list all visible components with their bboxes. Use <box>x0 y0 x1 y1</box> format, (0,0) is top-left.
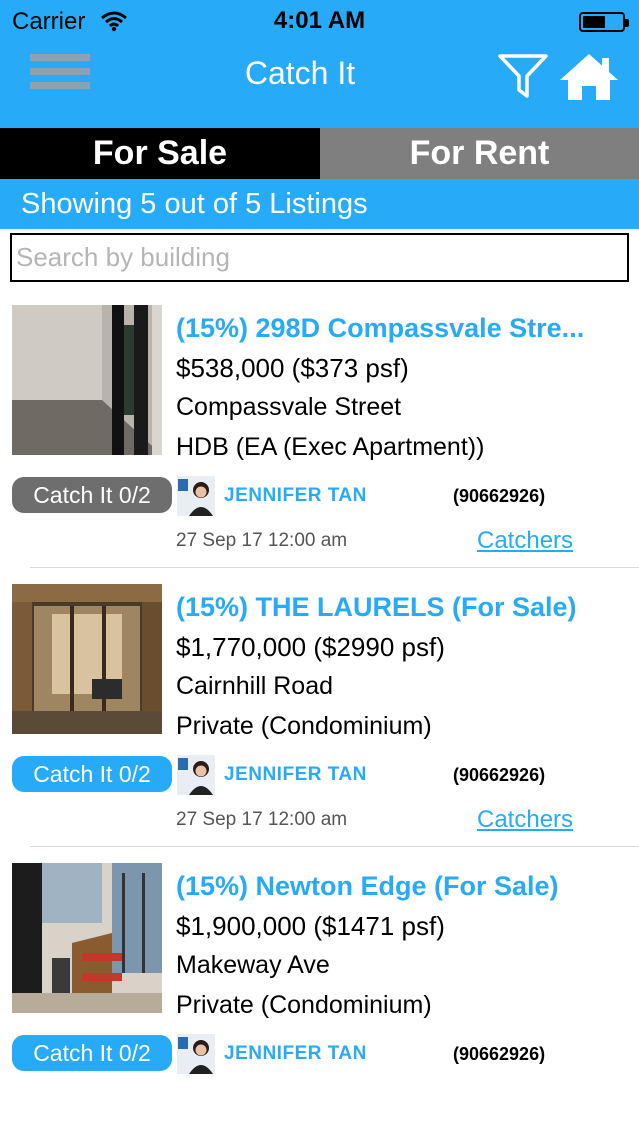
battery-icon <box>579 12 629 32</box>
tab-for-rent[interactable]: For Rent <box>320 128 639 179</box>
listing-property-type: Private (Condominium) <box>176 991 432 1019</box>
listing-street: Cairnhill Road <box>176 672 334 700</box>
listing-price: $538,000 ($373 psf) <box>176 353 409 383</box>
app-header: Carrier 4:01 AM Catch It <box>0 0 639 128</box>
listing-date: 27 Sep 17 12:00 am <box>176 530 348 551</box>
agent-avatar <box>177 755 215 795</box>
status-time: 4:01 AM <box>273 7 366 34</box>
divider <box>30 567 639 568</box>
agent-avatar <box>177 476 215 516</box>
catchers-link[interactable]: Catchers <box>477 527 573 555</box>
listing-title[interactable]: (15%) Newton Edge (For Sale) <box>176 871 631 902</box>
search-input[interactable] <box>10 233 629 282</box>
agent-name[interactable]: JENNIFER TAN <box>224 485 367 507</box>
catch-it-button[interactable]: Catch It 0/2 <box>12 477 172 513</box>
status-bar: Carrier 4:01 AM <box>0 0 639 42</box>
listing-photo[interactable] <box>12 863 162 1013</box>
agent-name[interactable]: JENNIFER TAN <box>224 1043 367 1065</box>
listing-property-type: Private (Condominium) <box>176 712 432 740</box>
listing-title[interactable]: (15%) THE LAURELS (For Sale) <box>176 592 631 623</box>
agent-phone[interactable]: (90662926) <box>453 765 545 786</box>
listing-property-type: HDB (EA (Exec Apartment)) <box>176 433 485 461</box>
listing-street: Compassvale Street <box>176 393 402 421</box>
listing-photo[interactable] <box>12 305 162 455</box>
tab-for-sale[interactable]: For Sale <box>0 128 320 179</box>
listing-count-label: Showing 5 out of 5 Listings <box>0 179 639 229</box>
agent-phone[interactable]: (90662926) <box>453 486 545 507</box>
agent-avatar <box>177 1034 215 1074</box>
catchers-link[interactable]: Catchers <box>477 806 573 834</box>
catch-it-button[interactable]: Catch It 0/2 <box>12 1035 172 1071</box>
listing-street: Makeway Ave <box>176 951 330 979</box>
divider <box>30 846 639 847</box>
catch-it-button[interactable]: Catch It 0/2 <box>12 756 172 792</box>
listing-photo[interactable] <box>12 584 162 734</box>
listing-type-tabs: For Sale For Rent <box>0 128 639 179</box>
agent-phone[interactable]: (90662926) <box>453 1044 545 1065</box>
listing-price: $1,900,000 ($1471 psf) <box>176 911 445 941</box>
filter-icon[interactable] <box>497 52 549 100</box>
listing-price: $1,770,000 ($2990 psf) <box>176 632 445 662</box>
home-icon[interactable] <box>558 52 620 102</box>
listing-title[interactable]: (15%) 298D Compassvale Stre... <box>176 313 631 344</box>
listing-date: 27 Sep 17 12:00 am <box>176 809 348 830</box>
agent-name[interactable]: JENNIFER TAN <box>224 764 367 786</box>
